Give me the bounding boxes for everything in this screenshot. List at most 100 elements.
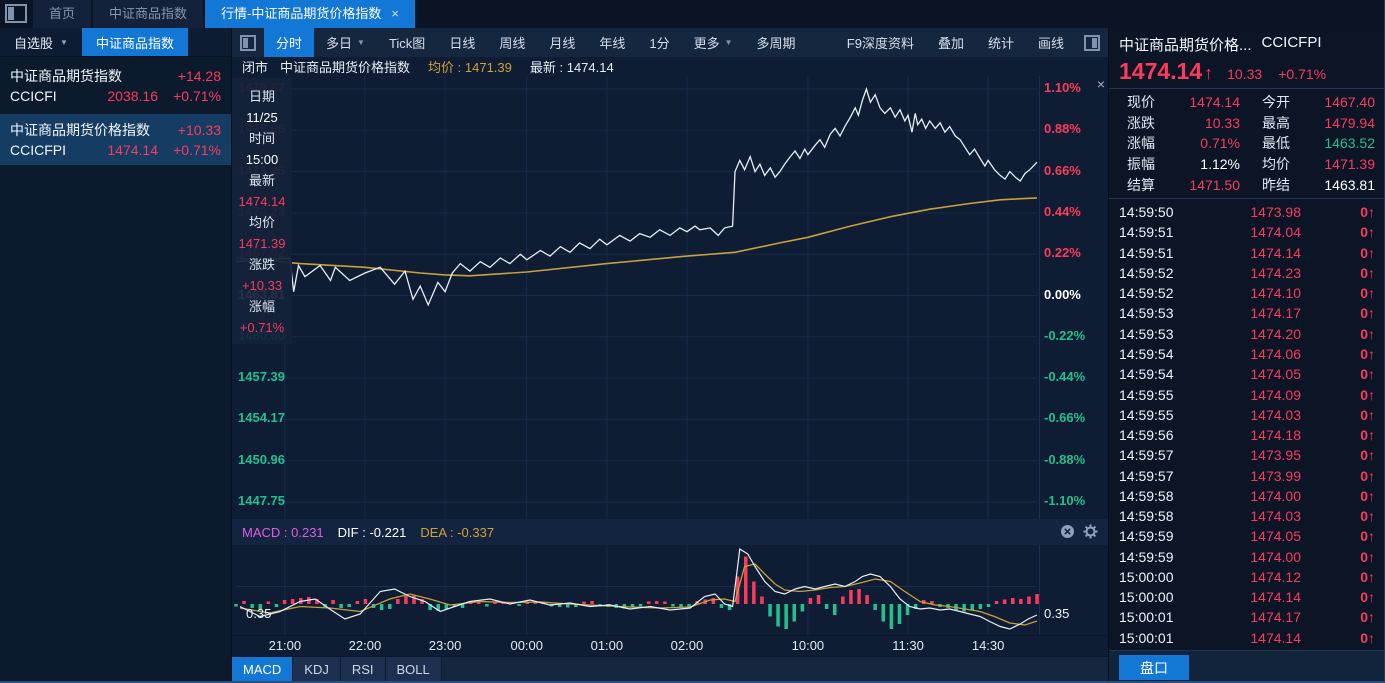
toolbar-button-label: 月线 (549, 36, 576, 51)
tick-time: 14:59:54 (1119, 345, 1174, 362)
remove-indicator-icon[interactable] (1060, 524, 1075, 539)
tick-price: 1474.14 (1250, 629, 1301, 646)
tick-time: 14:59:55 (1119, 386, 1174, 403)
stat-label: 最高 (1262, 114, 1290, 131)
toolbar-button[interactable]: 分时 (264, 28, 315, 57)
stat-label: 现价 (1127, 94, 1155, 111)
stat-label: 今开 (1262, 94, 1290, 111)
dif-value: DIF : -0.221 (337, 524, 407, 540)
toolbar-button[interactable]: 年线 (587, 28, 637, 57)
percent-axis-label: -0.66% (1044, 410, 1086, 426)
tick-time: 14:59:56 (1119, 427, 1174, 444)
avg-price-readout: 均价 : 1471.39 (428, 60, 512, 75)
last-price: 1474.14 (1119, 58, 1203, 84)
stat-value: 0.71% (1200, 135, 1240, 152)
window-tab[interactable]: 中证商品指数 (93, 0, 204, 28)
tick-row: 15:00:01 1474.17 0↑ (1109, 607, 1384, 627)
toolbar-button[interactable]: 多周期 (745, 28, 808, 57)
toolbar-button[interactable]: 月线 (537, 28, 587, 57)
toolbar-button[interactable]: 画线 (1026, 28, 1076, 57)
intraday-price-chart[interactable]: 1479.871476.661473.451470.231467.021463.… (232, 76, 1108, 519)
tick-time: 14:59:53 (1119, 325, 1174, 342)
window-tab-active[interactable]: 行情-中证商品期货价格指数 × (205, 0, 415, 28)
tick-list[interactable]: 14:59:50 1473.98 0↑ 14:59:51 1474.04 0↑ 14:59:… (1109, 202, 1384, 648)
tick-row: 14:59:57 1473.95 0↑ (1109, 445, 1384, 465)
toolbar-right-buttons: F9深度资料 叠加 统计 画线 (835, 28, 1076, 57)
stock-name: 中证商品期货指数 (10, 68, 122, 84)
tick-time: 14:59:59 (1119, 528, 1174, 545)
time-axis-label: 21:00 (268, 638, 302, 653)
chevron-down-icon: ▼ (357, 38, 365, 47)
close-icon[interactable]: × (1097, 76, 1105, 92)
stat-value: 1467.40 (1324, 94, 1375, 111)
tooltip-field-label: 日期 (248, 89, 275, 104)
toolbar-button[interactable]: 更多 ▼ (682, 28, 745, 57)
tooltip-field-value: 1474.14 (238, 194, 286, 209)
tick-volume: 0↑ (1360, 406, 1375, 423)
tick-time: 15:00:00 (1119, 589, 1174, 606)
toolbar-button[interactable]: 周线 (487, 28, 537, 57)
toolbar-button[interactable]: 统计 (976, 28, 1026, 57)
window-tab-bar: 首页 中证商品指数 行情-中证商品期货价格指数 × (0, 0, 1384, 28)
percent-axis-label: 0.44% (1044, 203, 1081, 219)
stock-price: 1474.14 (107, 142, 158, 158)
indicator-tab-kdj[interactable]: KDJ (293, 657, 341, 681)
quote-code: CCICFPI (1261, 34, 1322, 51)
chevron-down-icon: ▼ (724, 38, 733, 47)
stock-name: 中证商品期货价格指数 (10, 122, 150, 138)
watchlist-group-label: 自选股 (14, 35, 54, 51)
toolbar-button[interactable]: 日线 (437, 28, 487, 57)
close-tab-icon[interactable]: × (391, 6, 399, 21)
toolbar-button-label: 周线 (499, 36, 526, 51)
macd-readout-bar: MACD : 0.231 DIF : -0.221 DEA : -0.337 (232, 519, 1108, 545)
tick-row: 15:00:00 1474.14 0↑ (1109, 587, 1384, 607)
window-tab[interactable]: 首页 (33, 0, 92, 28)
toolbar-button[interactable]: F9深度资料 (835, 28, 926, 57)
stock-change-pct: +0.71% (173, 88, 221, 104)
tick-price: 1474.04 (1250, 224, 1301, 241)
gear-icon[interactable] (1083, 524, 1098, 539)
tooltip-field-value: 15:00 (245, 152, 279, 167)
tick-row: 14:59:54 1474.06 0↑ (1109, 344, 1384, 364)
tick-volume: 0↑ (1360, 386, 1375, 403)
tick-price: 1474.17 (1250, 305, 1301, 322)
tick-row: 14:59:58 1474.00 0↑ (1109, 486, 1384, 506)
toolbar-button[interactable]: 1分 (637, 28, 681, 57)
toolbar-button-label: 1分 (649, 36, 670, 51)
quote-stats-row: 振幅 1.12% 均价 1471.39 (1109, 154, 1384, 175)
tick-volume: 0↑ (1360, 345, 1375, 362)
collapse-right-panel-icon[interactable] (1084, 34, 1100, 51)
macd-scale-label-right: 0.35 (1044, 606, 1070, 621)
toolbar-button-label: 年线 (599, 36, 626, 51)
toolbar-button[interactable]: Tick图 (377, 28, 437, 57)
tick-row: 14:59:55 1474.09 0↑ (1109, 384, 1384, 404)
toolbar-button[interactable]: 多日 ▼ (314, 28, 377, 57)
tooltip-field-value: +10.33 (241, 278, 283, 293)
toolbar-button-label: 分时 (276, 36, 303, 51)
indicator-tab-macd[interactable]: MACD (232, 657, 294, 681)
chevron-down-icon: ▼ (60, 37, 68, 47)
macd-chart[interactable]: 0.35 0.35 (232, 545, 1108, 635)
indicator-tab-rsi[interactable]: RSI (340, 657, 386, 681)
stat-value: 1479.94 (1324, 114, 1375, 131)
indicator-tab-boll[interactable]: BOLL (385, 657, 442, 681)
order-book-tab[interactable]: 盘口 (1119, 655, 1189, 680)
time-axis-label: 01:00 (590, 638, 624, 653)
divider (1109, 88, 1384, 89)
watchlist-tab-active[interactable]: 中证商品指数 (81, 28, 188, 56)
sidebar-toggle-icon[interactable] (5, 4, 27, 23)
watchlist-item[interactable]: 中证商品期货指数 +14.28 CCICFI 2038.16 +0.71% (0, 60, 231, 111)
tick-time: 15:00:01 (1119, 609, 1174, 626)
tooltip-field-value: +0.71% (239, 320, 285, 335)
macd-value: MACD : 0.231 (242, 524, 324, 540)
watchlist-sidebar: 自选股 ▼ 中证商品指数 中证商品期货指数 +14.28 CCICFI 2038.16… (0, 28, 232, 681)
watchlist-item[interactable]: 中证商品期货价格指数 +10.33 CCICFPI 1474.14 +0.71% (0, 114, 231, 165)
market-status: 闭市 (242, 60, 269, 75)
toolbar-button[interactable]: 叠加 (926, 28, 976, 57)
tick-volume: 0↑ (1360, 427, 1375, 444)
watchlist-group-dropdown[interactable]: 自选股 ▼ (0, 28, 82, 56)
time-axis-label: 11:30 (892, 638, 924, 653)
collapse-left-panel-icon[interactable] (240, 34, 256, 51)
price-axis-label: 1447.75 (238, 493, 285, 508)
tick-row: 14:59:55 1474.03 0↑ (1109, 405, 1384, 425)
